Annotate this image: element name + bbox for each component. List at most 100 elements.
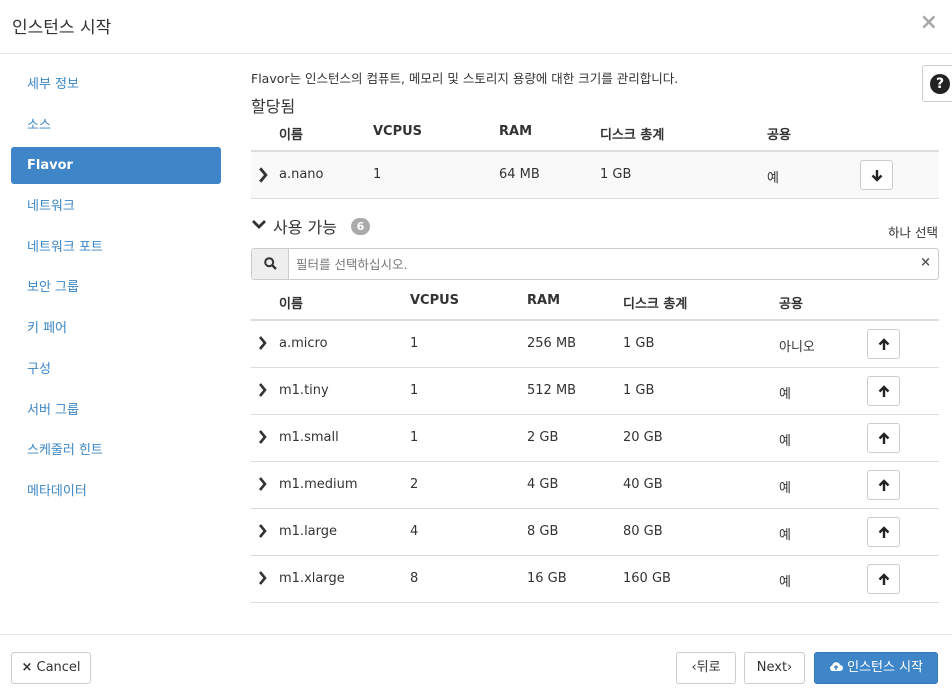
flavor-name: m1.large: [279, 524, 338, 539]
back-label: 뒤로: [696, 660, 721, 675]
launch-instance-button[interactable]: 인스턴스 시작: [814, 652, 938, 684]
arrow-up-icon: [878, 432, 890, 444]
chevron-right-icon[interactable]: [258, 477, 267, 491]
flavor-ram: 16 GB: [527, 571, 567, 586]
back-button[interactable]: ‹뒤로: [676, 652, 736, 684]
table-row: a.micro 1 256 MB 1 GB 아니오: [251, 321, 939, 368]
col-disk: 디스크 총계: [600, 128, 665, 143]
modal-title: 인스턴스 시작: [12, 18, 112, 38]
search-icon: [264, 257, 277, 270]
flavor-disk: 1 GB: [600, 167, 632, 182]
arrow-up-icon: [878, 338, 890, 350]
table-row: m1.large 4 8 GB 80 GB 예: [251, 509, 939, 556]
allocate-button[interactable]: [867, 329, 900, 359]
flavor-disk: 40 GB: [623, 477, 663, 492]
col-ram: RAM: [499, 124, 533, 139]
flavor-disk: 1 GB: [623, 336, 655, 351]
nav-item-details[interactable]: 세부 정보: [11, 66, 221, 103]
flavor-public: 예: [779, 528, 791, 543]
flavor-vcpus: 1: [410, 336, 419, 351]
col-vcpus: VCPUS: [410, 293, 460, 308]
available-title: 사용 가능: [273, 218, 337, 237]
flavor-name: a.micro: [279, 336, 328, 351]
chevron-right-icon[interactable]: [258, 524, 267, 538]
chevron-right-icon[interactable]: [258, 430, 267, 444]
chevron-right-icon[interactable]: [258, 383, 267, 397]
flavor-disk: 160 GB: [623, 571, 671, 586]
cancel-button[interactable]: × Cancel: [11, 652, 91, 684]
nav-item-scheduler-hints[interactable]: 스케줄러 힌트: [11, 432, 221, 469]
col-vcpus: VCPUS: [373, 124, 423, 139]
flavor-disk: 80 GB: [623, 524, 663, 539]
flavor-public: 예: [779, 387, 791, 402]
arrow-up-icon: [878, 479, 890, 491]
cloud-upload-icon: [830, 662, 843, 671]
arrow-up-icon: [878, 573, 890, 585]
flavor-vcpus: 2: [410, 477, 419, 492]
flavor-vcpus: 8: [410, 571, 419, 586]
help-button[interactable]: ?: [922, 65, 952, 102]
flavor-ram: 2 GB: [527, 430, 559, 445]
chevron-right-icon[interactable]: [258, 167, 268, 183]
available-table-header: 이름 VCPUS RAM 디스크 총계 공용: [251, 281, 939, 321]
flavor-vcpus: 1: [373, 167, 382, 182]
next-label: Next: [756, 660, 788, 675]
select-one-label: 하나 선택: [888, 225, 938, 240]
flavor-name: a.nano: [279, 167, 324, 182]
table-row: m1.medium 2 4 GB 40 GB 예: [251, 462, 939, 509]
close-icon[interactable]: ×: [920, 10, 938, 35]
allocate-button[interactable]: [867, 376, 900, 406]
flavor-name: m1.xlarge: [279, 571, 345, 586]
chevron-right-icon[interactable]: [258, 336, 267, 350]
nav-item-networks[interactable]: 네트워크: [11, 188, 221, 225]
flavor-ram: 4 GB: [527, 477, 559, 492]
allocate-button[interactable]: [867, 423, 900, 453]
allocated-table-header: 이름 VCPUS RAM 디스크 총계 공용: [251, 112, 939, 152]
nav-item-server-groups[interactable]: 서버 그룹: [11, 392, 221, 429]
table-row: m1.small 1 2 GB 20 GB 예: [251, 415, 939, 462]
deallocate-button[interactable]: [860, 160, 893, 190]
filter-addon: [252, 249, 289, 279]
close-icon: ×: [21, 660, 33, 675]
cancel-label: Cancel: [36, 660, 81, 675]
nav-item-source[interactable]: 소스: [11, 107, 221, 144]
next-button[interactable]: Next›: [744, 652, 805, 684]
modal-footer: × Cancel ‹뒤로 Next› 인스턴스 시작: [0, 634, 952, 688]
flavor-public: 아니오: [779, 340, 815, 355]
allocate-button[interactable]: [867, 564, 900, 594]
flavor-public: 예: [779, 575, 791, 590]
filter-input[interactable]: [296, 255, 906, 273]
col-name: 이름: [279, 128, 303, 143]
chevron-right-icon[interactable]: [258, 571, 267, 585]
nav-item-configuration[interactable]: 구성: [11, 351, 221, 388]
col-disk: 디스크 총계: [623, 297, 688, 312]
allocate-button[interactable]: [867, 470, 900, 500]
flavor-public: 예: [767, 171, 779, 186]
chevron-down-icon[interactable]: [251, 219, 267, 230]
flavor-name: m1.small: [279, 430, 339, 445]
flavor-description: Flavor는 인스턴스의 컴퓨트, 메모리 및 스토리지 용량에 대한 크기를…: [251, 71, 679, 86]
flavor-ram: 256 MB: [527, 336, 577, 351]
col-public: 공용: [767, 128, 791, 143]
flavor-ram: 8 GB: [527, 524, 559, 539]
allocate-button[interactable]: [867, 517, 900, 547]
wizard-nav: 세부 정보 소스 Flavor 네트워크 네트워크 포트 보안 그룹 키 페어 …: [11, 66, 221, 514]
arrow-up-icon: [878, 526, 890, 538]
arrow-up-icon: [878, 385, 890, 397]
flavor-name: m1.medium: [279, 477, 358, 492]
nav-item-key-pair[interactable]: 키 페어: [11, 310, 221, 347]
col-public: 공용: [779, 297, 803, 312]
nav-item-network-ports[interactable]: 네트워크 포트: [11, 229, 221, 266]
nav-item-flavor[interactable]: Flavor: [11, 147, 221, 185]
flavor-public: 예: [779, 481, 791, 496]
flavor-ram: 64 MB: [499, 167, 540, 182]
flavor-vcpus: 1: [410, 430, 419, 445]
clear-filter-icon[interactable]: ×: [920, 255, 931, 270]
modal-header: 인스턴스 시작 ×: [0, 0, 952, 54]
col-ram: RAM: [527, 293, 561, 308]
nav-item-metadata[interactable]: 메타데이터: [11, 473, 221, 510]
table-row: a.nano 1 64 MB 1 GB 예: [251, 152, 939, 199]
table-row: m1.tiny 1 512 MB 1 GB 예: [251, 368, 939, 415]
nav-item-security-groups[interactable]: 보안 그룹: [11, 269, 221, 306]
flavor-vcpus: 1: [410, 383, 419, 398]
